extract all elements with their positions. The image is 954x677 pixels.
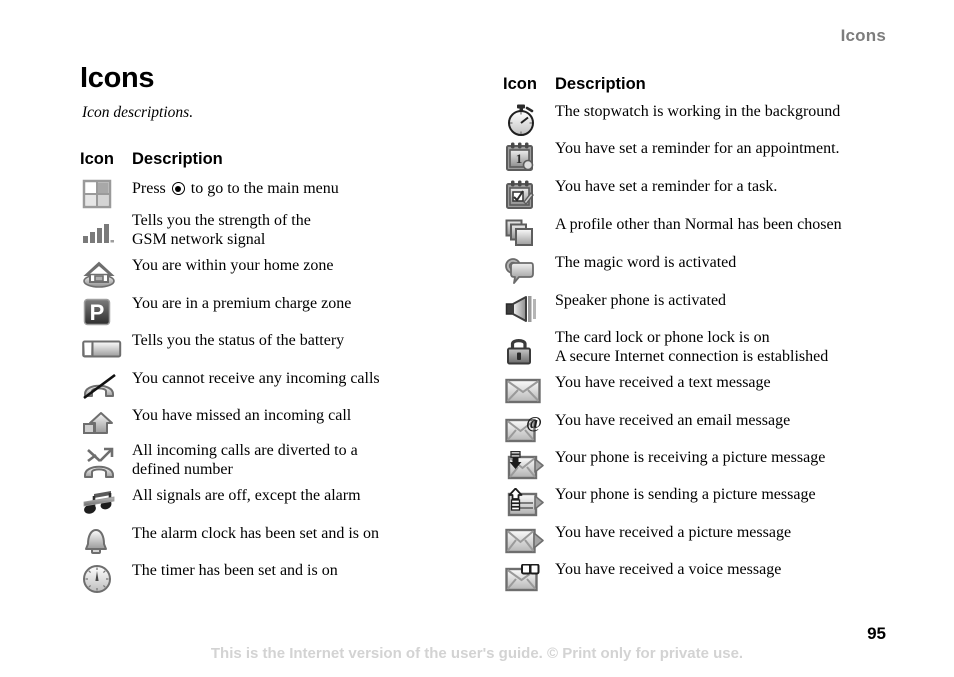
page-number: 95 <box>867 624 886 643</box>
icon-description: You have received a picture message <box>555 524 792 541</box>
svg-text:P: P <box>90 300 105 325</box>
email-message-icon: @ <box>503 410 555 447</box>
icon-table-row: Your phone is sending a picture message <box>503 484 923 522</box>
icon-description: The magic word is activated <box>555 254 737 271</box>
running-header: Icons <box>840 26 886 45</box>
icon-table-row: You have received a text message <box>503 372 923 410</box>
footer-note: This is the Internet version of the user… <box>210 645 744 662</box>
icon-description: You have received a voice message <box>555 561 782 578</box>
icon-description: You have set a reminder for an appointme… <box>555 140 840 157</box>
icon-table-row: Press to go to the main menu <box>80 178 480 210</box>
receiving-picture-message-icon <box>503 447 555 484</box>
icon-table-row: The alarm clock has been set and is on <box>80 523 480 560</box>
speaker-phone-icon <box>503 290 555 327</box>
icon-table-row: Tells you the strength of the GSM networ… <box>80 210 480 255</box>
icon-description: You cannot receive any incoming calls <box>132 370 380 387</box>
icon-description: You have received an email message <box>555 412 791 429</box>
page-title: Icons <box>80 62 155 94</box>
icon-table-row: You have set a reminder for a task. <box>503 176 923 214</box>
main-menu-grid-icon <box>80 178 132 210</box>
icon-description: You are in a premium charge zone <box>132 295 352 312</box>
icon-description: The alarm clock has been set and is on <box>132 525 380 542</box>
silent-except-alarm-icon <box>80 485 132 523</box>
column-header-icon: Icon <box>80 150 114 168</box>
icon-table-row: You have missed an incoming call <box>80 405 480 440</box>
icon-table-row: Speaker phone is activated <box>503 290 923 327</box>
icon-table-row: You have received a voice message <box>503 559 923 596</box>
icon-description-text-post: to go to the main menu <box>186 180 339 197</box>
icon-description: The stopwatch is working in the backgrou… <box>555 103 841 120</box>
icon-table-row: All signals are off, except the alarm <box>80 485 480 523</box>
missed-call-icon <box>80 405 132 440</box>
icon-description: All signals are off, except the alarm <box>132 487 361 504</box>
icon-description: Your phone is sending a picture message <box>555 486 816 503</box>
icon-table-row: The magic word is activated <box>503 252 923 290</box>
column-header-description: Description <box>132 150 223 168</box>
icon-description: The card lock or phone lock is on A secu… <box>555 329 829 365</box>
joystick-icon <box>171 182 185 195</box>
icon-description: All incoming calls are diverted to a def… <box>132 442 358 478</box>
icon-table-row: You are within your home zone <box>80 255 480 293</box>
column-header-icon: Icon <box>503 75 537 93</box>
icon-table-row: Your phone is receiving a picture messag… <box>503 447 923 484</box>
page-subtitle: Icon descriptions. <box>82 104 194 121</box>
icon-description: Press to go to the main menu <box>132 178 480 198</box>
text-message-icon <box>503 372 555 410</box>
voice-message-icon <box>503 559 555 596</box>
premium-charge-zone-icon: P <box>80 293 132 330</box>
svg-text:@: @ <box>526 415 542 432</box>
icon-table-row: P You are in a premium charge zone <box>80 293 480 330</box>
icon-description: You are within your home zone <box>132 257 334 274</box>
icon-description: You have missed an incoming call <box>132 407 352 424</box>
icon-description: Speaker phone is activated <box>555 292 727 309</box>
alarm-clock-icon <box>80 523 132 560</box>
icon-description-text-pre: Press <box>132 180 170 197</box>
table-header-right: Icon Description <box>503 75 646 94</box>
sending-picture-message-icon <box>503 484 555 522</box>
battery-status-icon <box>80 330 132 368</box>
svg-text:1: 1 <box>516 151 523 166</box>
left-icon-list: Press to go to the main menu Tells you t… <box>80 178 480 597</box>
icon-table-row: The stopwatch is working in the backgrou… <box>503 101 923 138</box>
icon-table-row: You have received a picture message <box>503 522 923 559</box>
timer-icon <box>80 560 132 597</box>
signal-strength-icon <box>80 210 132 255</box>
appointment-reminder-icon: 1 <box>503 138 555 176</box>
call-diverted-icon <box>80 440 132 485</box>
manual-page: Icons Icons Icon descriptions. Icon Descr… <box>0 0 954 677</box>
icon-description: Your phone is receiving a picture messag… <box>555 449 826 466</box>
picture-message-icon <box>503 522 555 559</box>
profile-icon <box>503 214 555 252</box>
icon-description: A profile other than Normal has been cho… <box>555 216 842 233</box>
icon-table-row: 1 You have set a reminder for an appoint… <box>503 138 923 176</box>
icon-table-row: The card lock or phone lock is on A secu… <box>503 327 923 372</box>
icon-table-row: You cannot receive any incoming calls <box>80 368 480 405</box>
column-header-description: Description <box>555 75 646 93</box>
icon-description: You have set a reminder for a task. <box>555 178 778 195</box>
right-icon-list: The stopwatch is working in the backgrou… <box>503 101 923 596</box>
icon-description: You have received a text message <box>555 374 771 391</box>
icon-table-row: Tells you the status of the battery <box>80 330 480 368</box>
icon-table-row: All incoming calls are diverted to a def… <box>80 440 480 485</box>
icon-description: Tells you the status of the battery <box>132 332 345 349</box>
magic-word-icon <box>503 252 555 290</box>
lock-icon <box>503 327 555 372</box>
no-incoming-calls-icon <box>80 368 132 405</box>
icon-description: Tells you the strength of the GSM networ… <box>132 212 311 248</box>
icon-table-row: The timer has been set and is on <box>80 560 480 597</box>
icon-table-row: A profile other than Normal has been cho… <box>503 214 923 252</box>
home-zone-icon <box>80 255 132 293</box>
table-header-left: Icon Description <box>80 150 223 169</box>
task-reminder-icon <box>503 176 555 214</box>
icon-table-row: @ You have received an email message <box>503 410 923 447</box>
stopwatch-icon <box>503 101 555 138</box>
icon-description: The timer has been set and is on <box>132 562 338 579</box>
